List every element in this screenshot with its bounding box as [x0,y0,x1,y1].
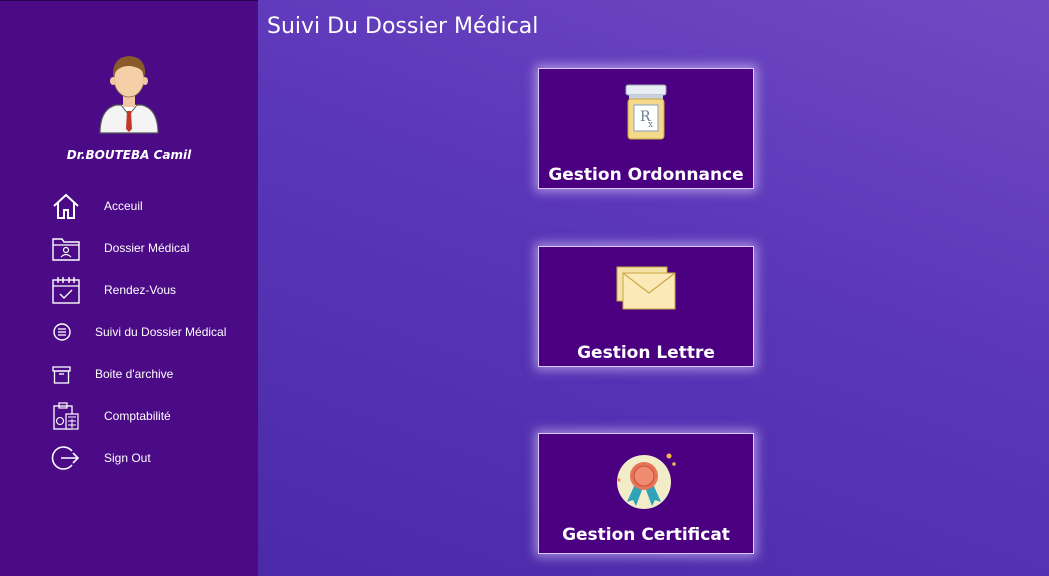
sidebar-item-comptabilite[interactable]: Comptabilité [0,399,258,433]
sidebar-item-label: Dossier Médical [104,241,190,255]
sidebar-item-label: Rendez-Vous [104,283,177,297]
doctor-name: Dr.BOUTEBA Camil [66,148,192,162]
award-ribbon-icon [617,453,676,509]
card-label: Gestion Lettre [577,343,715,363]
sidebar-item-dossier-medical[interactable]: Dossier Médical [0,231,258,265]
sidebar-item-acceuil[interactable]: Acceuil [0,189,258,223]
gestion-ordonnance-button[interactable]: R x Gestion Ordonnance [538,68,754,189]
sidebar-item-label: Sign Out [104,451,151,465]
card-label: Gestion Certificat [562,525,730,545]
archive-box-icon [52,366,71,384]
sidebar-item-archive[interactable]: Boite d'archive [0,357,258,391]
list-circle-icon [53,323,71,341]
calendar-check-icon [52,277,80,304]
gestion-certificat-button[interactable]: Gestion Certificat [538,433,754,554]
sidebar-item-sign-out[interactable]: Sign Out [0,441,258,475]
svg-text:x: x [648,120,653,130]
sign-out-icon [51,446,80,470]
clipboard-calculator-icon [53,402,79,430]
prescription-jar-icon: R x [625,84,667,140]
page-title: Suivi Du Dossier Médical [267,14,539,39]
sidebar-item-label: Acceuil [104,199,143,213]
home-icon [53,193,79,219]
sidebar-item-label: Comptabilité [104,409,171,423]
gestion-lettre-button[interactable]: Gestion Lettre [538,246,754,367]
envelope-icon [616,266,676,310]
main-content: Suivi Du Dossier Médical R x Gestion Ord… [258,0,1049,576]
folder-user-icon [52,238,80,261]
card-label: Gestion Ordonnance [548,165,744,185]
sidebar-item-label: Boite d'archive [95,367,174,381]
sidebar-item-label: Suivi du Dossier Médical [95,325,227,339]
sidebar: Dr.BOUTEBA Camil Acceuil Dossier Médical [0,0,258,576]
sidebar-item-suivi-dossier[interactable]: Suivi du Dossier Médical [0,315,258,349]
doctor-avatar-icon [99,56,159,134]
sidebar-item-rendez-vous[interactable]: Rendez-Vous [0,273,258,307]
